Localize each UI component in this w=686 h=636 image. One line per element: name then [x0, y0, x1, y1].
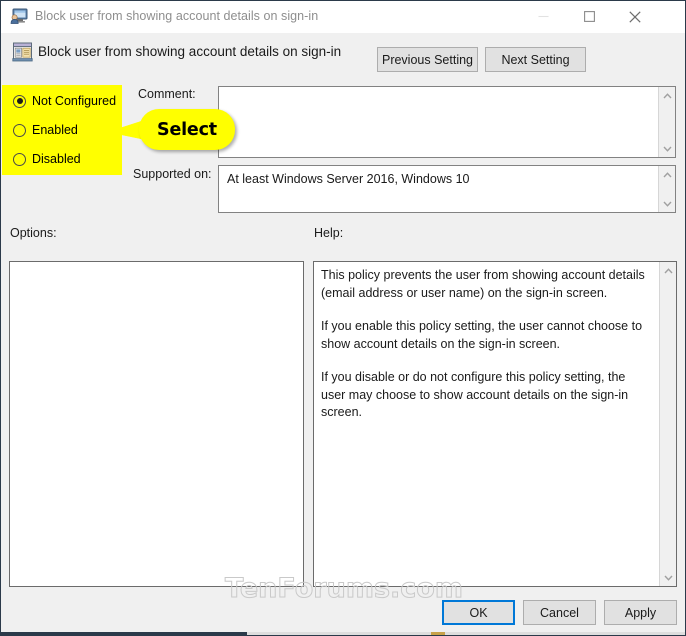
previous-setting-button[interactable]: Previous Setting	[377, 47, 478, 72]
radio-label: Enabled	[32, 123, 78, 137]
help-label: Help:	[314, 226, 344, 240]
options-panel[interactable]	[9, 261, 304, 587]
supported-on-scrollbar[interactable]	[658, 166, 675, 212]
help-scrollbar[interactable]	[659, 262, 676, 586]
policy-state-radio-group: Not Configured Enabled Disabled	[2, 85, 122, 175]
policy-setting-icon	[12, 41, 33, 62]
supported-on-value: At least Windows Server 2016, Windows 10	[227, 172, 470, 186]
bottom-edge-segment	[431, 632, 445, 635]
scroll-down-icon[interactable]	[659, 140, 675, 157]
radio-label: Not Configured	[32, 94, 117, 108]
bottom-edge-segment	[247, 632, 431, 635]
bottom-edge	[1, 632, 685, 635]
help-paragraph: This policy prevents the user from showi…	[321, 268, 645, 300]
supported-on-label: Supported on:	[133, 167, 212, 181]
ok-button[interactable]: OK	[442, 600, 515, 625]
radio-disabled[interactable]: Disabled	[13, 150, 81, 168]
help-paragraph: If you disable or do not configure this …	[321, 370, 629, 419]
setting-title: Block user from showing account details …	[38, 44, 342, 59]
supported-on-field[interactable]: At least Windows Server 2016, Windows 10	[218, 165, 676, 213]
cancel-button[interactable]: Cancel	[523, 600, 596, 625]
radio-not-configured[interactable]: Not Configured	[13, 92, 116, 110]
next-setting-button[interactable]: Next Setting	[485, 47, 586, 72]
window-title: Block user from showing account details …	[35, 9, 319, 23]
monitor-user-icon	[10, 8, 28, 25]
close-button[interactable]	[612, 1, 658, 32]
comment-input[interactable]	[218, 86, 676, 158]
help-paragraph: If you enable this policy setting, the u…	[321, 319, 643, 351]
options-label: Options:	[10, 226, 57, 240]
help-text: This policy prevents the user from showi…	[321, 267, 651, 422]
bottom-edge-segment	[1, 632, 247, 635]
comment-label: Comment:	[138, 87, 196, 101]
radio-indicator-icon	[13, 94, 26, 108]
scroll-up-icon[interactable]	[659, 166, 675, 183]
scroll-down-icon[interactable]	[659, 195, 675, 212]
scroll-down-icon[interactable]	[660, 569, 676, 586]
radio-label: Disabled	[32, 152, 81, 166]
scroll-up-icon[interactable]	[660, 262, 676, 279]
radio-indicator-icon	[13, 152, 26, 166]
maximize-button[interactable]	[566, 1, 612, 32]
minimize-button[interactable]	[520, 1, 566, 32]
scroll-up-icon[interactable]	[659, 87, 675, 104]
apply-button[interactable]: Apply	[604, 600, 677, 625]
help-panel: This policy prevents the user from showi…	[313, 261, 677, 587]
group-policy-setting-window: Block user from showing account details …	[0, 0, 686, 636]
radio-enabled[interactable]: Enabled	[13, 121, 78, 139]
title-bar: Block user from showing account details …	[1, 1, 685, 33]
bottom-edge-segment	[445, 632, 685, 635]
comment-scrollbar[interactable]	[658, 87, 675, 157]
radio-indicator-icon	[13, 123, 26, 137]
